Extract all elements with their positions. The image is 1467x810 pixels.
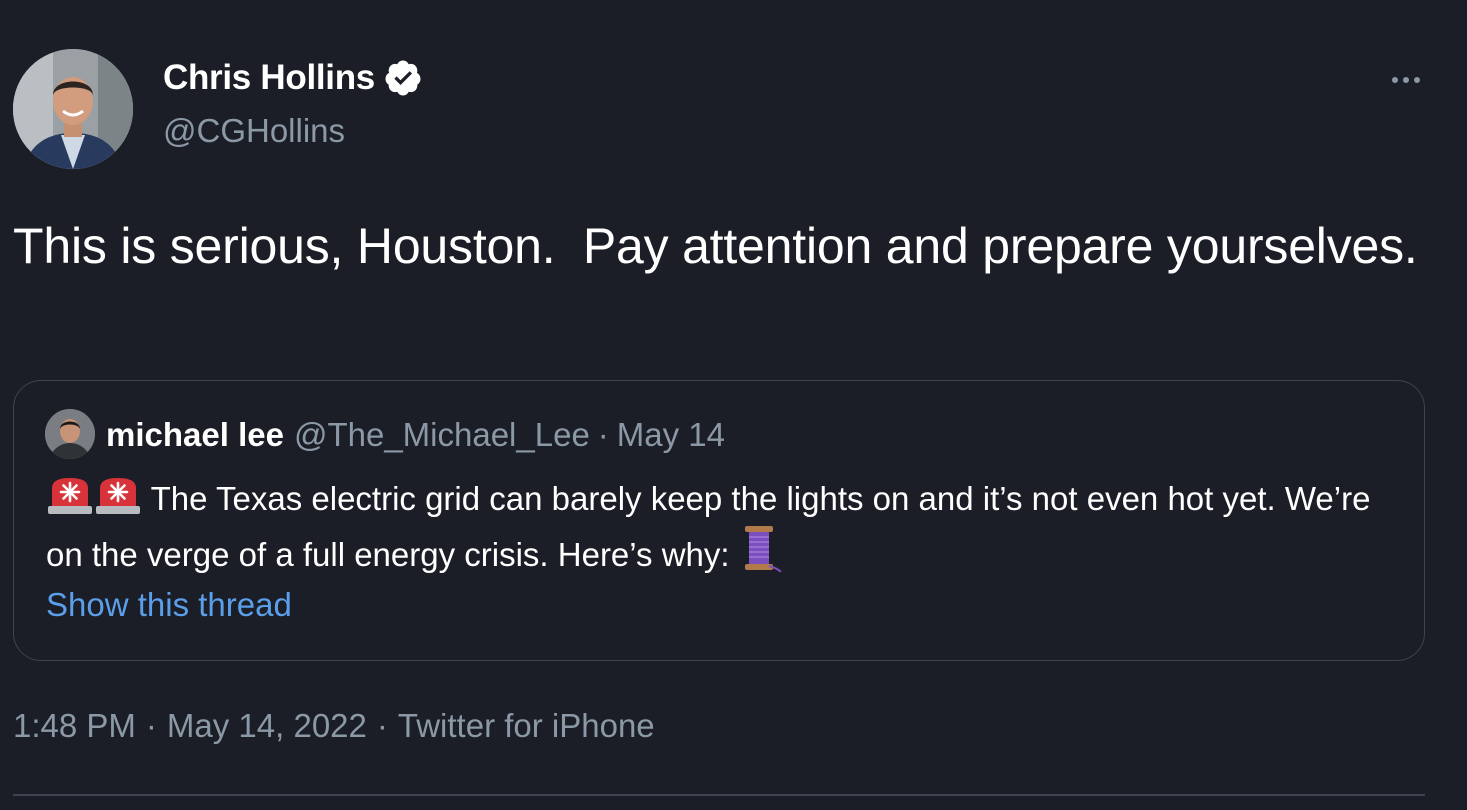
author-handle[interactable]: @CGHollins [163,112,345,150]
show-thread-link[interactable]: Show this thread [46,586,292,624]
divider [13,794,1425,796]
quoted-display-name[interactable]: michael lee [106,416,284,454]
quoted-date[interactable]: May 14 [617,416,725,454]
author-display-name[interactable]: Chris Hollins [163,58,375,98]
more-dot-icon [1403,77,1409,83]
tweet-text: This is serious, Houston. Pay attention … [13,218,1418,274]
more-dot-icon [1392,77,1398,83]
meta-separator: · [376,707,388,744]
author-name-row[interactable]: Chris Hollins [163,58,423,98]
quoted-header: michael lee @The_Michael_Lee · May 14 [106,416,725,454]
tweet-time[interactable]: 1:48 PM [13,707,136,744]
tweet-card: Chris Hollins @CGHollins This is serious… [0,0,1467,810]
author-avatar[interactable] [13,49,133,169]
quoted-tweet[interactable]: michael lee @The_Michael_Lee · May 14 Th… [13,380,1425,661]
tweet-source[interactable]: Twitter for iPhone [398,707,655,744]
quoted-author-avatar[interactable] [45,409,95,459]
quoted-text-block: The Texas electric grid can barely keep … [46,474,1396,580]
quoted-separator: · [597,416,609,453]
more-options-button[interactable] [1380,60,1432,100]
rotating-light-emoji [96,478,140,514]
meta-separator: · [145,707,157,744]
rotating-light-emoji [48,478,92,514]
quoted-author-avatar-image [45,409,95,459]
quoted-text: The Texas electric grid can barely keep … [46,480,1371,573]
tweet-date[interactable]: May 14, 2022 [167,707,367,744]
thread-emoji [744,526,782,572]
more-dot-icon [1414,77,1420,83]
quoted-handle[interactable]: @The_Michael_Lee [294,416,590,454]
author-avatar-image [13,49,133,169]
verified-badge-icon [385,60,421,96]
tweet-meta: 1:48 PM · May 14, 2022 · Twitter for iPhone [13,707,655,745]
